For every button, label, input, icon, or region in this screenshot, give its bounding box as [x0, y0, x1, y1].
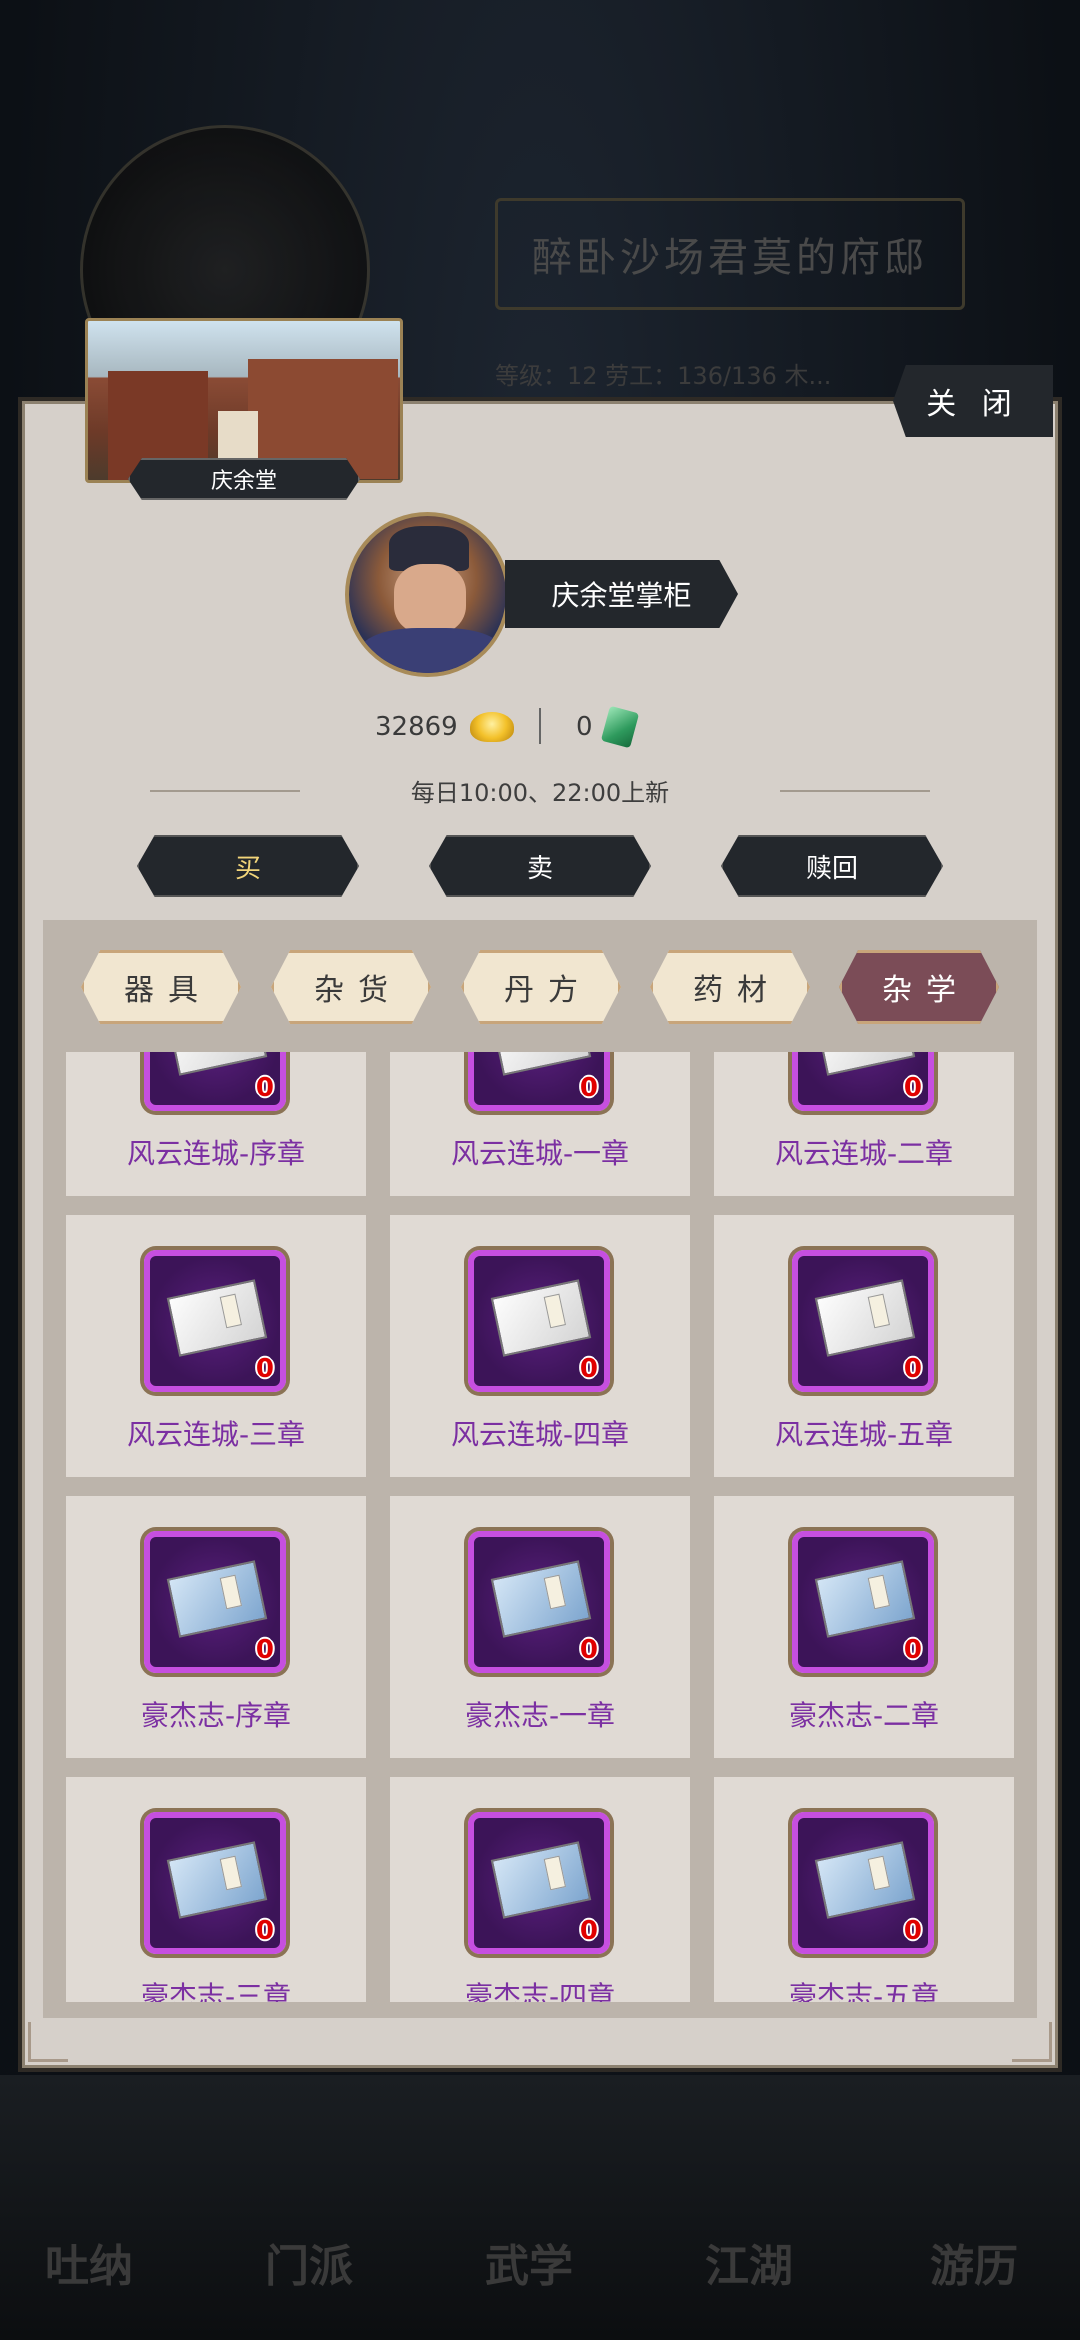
gold-amount: 32869 — [375, 712, 458, 742]
tab-buy[interactable]: 买 — [137, 835, 359, 897]
item-grid: 0 风云连城-序章 0 风云连城-一章 0 风云连城-二章 0 风云连城-三章 0 风云连… — [66, 1052, 1014, 2002]
nav-tuna[interactable]: 吐纳 — [45, 2230, 133, 2294]
item-cell[interactable]: 0 风云连城-四章 — [390, 1215, 690, 1477]
currency-divider — [539, 708, 541, 744]
item-count: 0 — [903, 1635, 922, 1665]
category-herbs[interactable]: 药材 — [650, 950, 810, 1024]
book-shape — [814, 1841, 916, 1919]
book-shape — [166, 1279, 268, 1357]
item-cell[interactable]: 0 豪杰志-五章 — [714, 1777, 1014, 2002]
face-shape — [394, 564, 466, 634]
item-cell[interactable]: 0 豪杰志-二章 — [714, 1496, 1014, 1758]
white-book-icon: 0 — [468, 1052, 610, 1111]
item-count: 0 — [255, 1916, 274, 1946]
book-shape — [814, 1052, 916, 1076]
book-shape — [166, 1560, 268, 1638]
gold-ingot-icon — [469, 712, 514, 742]
blue-book-icon: 0 — [468, 1531, 610, 1673]
item-count: 0 — [255, 1354, 274, 1384]
shop-name-label: 庆余堂 — [128, 458, 360, 500]
item-name: 豪杰志-四章 — [464, 1980, 616, 2002]
jade-amount: 0 — [576, 712, 593, 742]
book-shape — [166, 1841, 268, 1919]
category-recipes[interactable]: 丹方 — [461, 950, 621, 1024]
item-grid-scroll[interactable]: 0 风云连城-序章 0 风云连城-一章 0 风云连城-二章 0 风云连城-三章 0 风云连… — [66, 1052, 1014, 2002]
item-count: 0 — [579, 1916, 598, 1946]
blue-book-icon: 0 — [792, 1812, 934, 1954]
blue-book-icon: 0 — [144, 1531, 286, 1673]
tab-redeem[interactable]: 赎回 — [721, 835, 943, 897]
jade-icon — [600, 705, 639, 749]
item-count: 0 — [903, 1916, 922, 1946]
category-sundries[interactable]: 杂货 — [271, 950, 431, 1024]
white-book-icon: 0 — [144, 1250, 286, 1392]
item-count: 0 — [255, 1635, 274, 1665]
white-book-icon: 0 — [792, 1250, 934, 1392]
item-cell[interactable]: 0 豪杰志-三章 — [66, 1777, 366, 2002]
item-name: 风云连城-一章 — [450, 1137, 630, 1170]
book-shape — [814, 1279, 916, 1357]
item-cell[interactable]: 0 豪杰志-一章 — [390, 1496, 690, 1758]
item-cell[interactable]: 0 风云连城-五章 — [714, 1215, 1014, 1477]
item-name: 豪杰志-五章 — [788, 1980, 940, 2002]
nav-travel[interactable]: 游历 — [930, 2230, 1018, 2294]
item-name: 风云连城-序章 — [126, 1137, 306, 1170]
nav-martial[interactable]: 武学 — [485, 2230, 573, 2294]
refresh-schedule-text: 每日10:00、22:00上新 — [410, 779, 670, 807]
category-misc-studies[interactable]: 杂学 — [839, 950, 999, 1024]
corner-ornament — [1012, 2022, 1052, 2062]
bottom-nav-bar — [0, 2075, 1080, 2340]
white-book-icon: 0 — [144, 1052, 286, 1111]
npc-avatar — [345, 512, 510, 677]
item-cell[interactable]: 0 豪杰志-四章 — [390, 1777, 690, 2002]
item-name: 豪杰志-序章 — [140, 1699, 292, 1732]
close-button[interactable]: 关 闭 — [893, 365, 1053, 437]
item-name: 风云连城-二章 — [774, 1137, 954, 1170]
nav-sect[interactable]: 门派 — [265, 2230, 353, 2294]
book-shape — [166, 1052, 268, 1076]
white-book-icon: 0 — [792, 1052, 934, 1111]
book-shape — [490, 1560, 592, 1638]
blue-book-icon: 0 — [144, 1812, 286, 1954]
book-shape — [490, 1279, 592, 1357]
item-count: 0 — [579, 1354, 598, 1384]
item-name: 豪杰志-二章 — [788, 1699, 940, 1732]
item-cell[interactable]: 0 风云连城-二章 — [714, 1052, 1014, 1196]
residence-stats: 等级：12 劳工：136/136 木... — [495, 362, 832, 390]
item-name: 风云连城-五章 — [774, 1418, 954, 1451]
jade-currency: 0 — [576, 702, 639, 752]
blue-book-icon: 0 — [792, 1531, 934, 1673]
refresh-schedule-note: 每日10:00、22:00上新 — [150, 773, 930, 808]
category-tools[interactable]: 器具 — [81, 950, 241, 1024]
corner-ornament — [28, 2022, 68, 2062]
book-shape — [490, 1052, 592, 1076]
item-name: 豪杰志-三章 — [140, 1980, 292, 2002]
gold-currency: 32869 — [375, 702, 514, 752]
white-book-icon: 0 — [468, 1250, 610, 1392]
item-count: 0 — [903, 1354, 922, 1384]
book-shape — [814, 1560, 916, 1638]
item-cell[interactable]: 0 风云连城-三章 — [66, 1215, 366, 1477]
tab-sell[interactable]: 卖 — [429, 835, 651, 897]
residence-title: 醉卧沙场君莫的府邸 — [495, 198, 965, 310]
blue-book-icon: 0 — [468, 1812, 610, 1954]
item-count: 0 — [255, 1073, 274, 1103]
nav-jianghu[interactable]: 江湖 — [705, 2230, 793, 2294]
item-count: 0 — [579, 1635, 598, 1665]
item-name: 风云连城-四章 — [450, 1418, 630, 1451]
item-cell[interactable]: 0 风云连城-一章 — [390, 1052, 690, 1196]
npc-name-label: 庆余堂掌柜 — [505, 560, 738, 628]
item-cell[interactable]: 0 豪杰志-序章 — [66, 1496, 366, 1758]
item-count: 0 — [903, 1073, 922, 1103]
item-name: 豪杰志-一章 — [464, 1699, 616, 1732]
book-shape — [490, 1841, 592, 1919]
body-shape — [359, 628, 504, 673]
item-cell[interactable]: 0 风云连城-序章 — [66, 1052, 366, 1196]
item-name: 风云连城-三章 — [126, 1418, 306, 1451]
item-count: 0 — [579, 1073, 598, 1103]
